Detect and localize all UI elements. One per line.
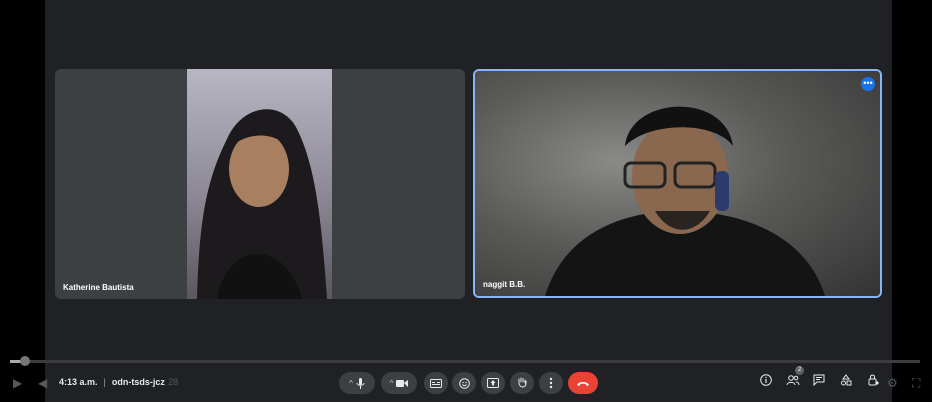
chevron-up-icon[interactable]: ^ <box>390 379 394 388</box>
more-options-button[interactable] <box>539 372 563 394</box>
microphone-button[interactable]: ^ <box>339 372 375 394</box>
participant-video <box>475 71 880 296</box>
player-progress-bar[interactable] <box>10 356 920 366</box>
end-call-icon <box>577 381 589 386</box>
more-vert-icon <box>549 377 553 389</box>
chat-button[interactable] <box>811 374 827 390</box>
volume-icon[interactable]: ◀ <box>38 376 47 390</box>
activities-icon <box>841 374 852 386</box>
participant-video <box>187 69 332 299</box>
tile-more-options-icon[interactable]: ••• <box>861 77 875 91</box>
meeting-details-button[interactable] <box>758 374 774 390</box>
participant-name: naggit B.B. <box>483 280 526 289</box>
captions-icon <box>430 378 442 388</box>
info-icon <box>760 374 772 386</box>
meeting-info: 4:13 a.m. | odn-tsds-jcz <box>59 377 165 387</box>
raise-hand-button[interactable] <box>510 372 534 394</box>
present-screen-icon <box>487 378 499 388</box>
participant-name: Katherine Bautista <box>63 283 134 292</box>
chat-icon <box>813 374 825 387</box>
play-icon[interactable]: ▶ <box>13 376 22 390</box>
meeting-code: odn-tsds-jcz <box>111 377 165 387</box>
raise-hand-icon <box>518 377 526 388</box>
leave-call-button[interactable] <box>568 372 598 394</box>
participant-tile-naggit[interactable]: ••• naggit B.B. <box>473 69 882 298</box>
reactions-button[interactable] <box>452 372 476 394</box>
participant-figure <box>197 109 327 299</box>
activities-button[interactable] <box>838 374 854 390</box>
meeting-info-separator: | <box>103 377 106 387</box>
captions-button[interactable] <box>424 372 448 394</box>
microphone-icon <box>356 377 365 389</box>
camera-button[interactable]: ^ <box>381 372 417 394</box>
present-screen-button[interactable] <box>481 372 505 394</box>
chevron-up-icon[interactable]: ^ <box>349 379 353 388</box>
host-controls-button[interactable] <box>865 374 881 390</box>
people-button[interactable] <box>785 374 801 390</box>
progress-handle[interactable] <box>19 356 30 366</box>
participant-figure <box>545 106 825 296</box>
emoji-icon <box>458 377 470 389</box>
meeting-time: 4:13 a.m. <box>59 377 98 387</box>
elapsed-time: 28 <box>168 377 179 387</box>
participant-tile-katherine[interactable]: Katherine Bautista <box>55 69 465 299</box>
fullscreen-icon[interactable]: ⛶ <box>912 376 920 391</box>
people-icon <box>786 375 800 386</box>
settings-icon[interactable]: ⚙ <box>887 376 898 390</box>
lock-person-icon <box>868 374 879 386</box>
video-camera-icon <box>396 379 409 387</box>
